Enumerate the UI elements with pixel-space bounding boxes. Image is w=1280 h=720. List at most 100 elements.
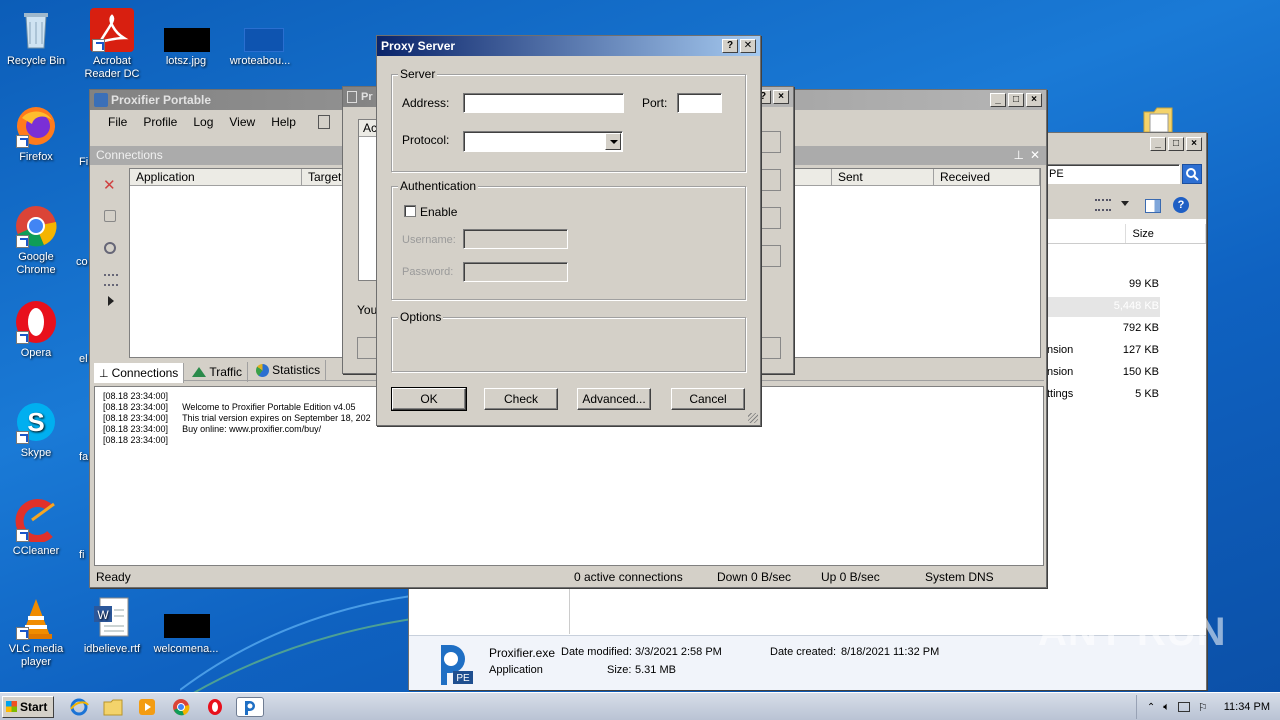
- close-connection-icon[interactable]: ✕: [103, 176, 116, 194]
- server-group: Server: [391, 67, 746, 172]
- side-button[interactable]: [759, 169, 781, 191]
- search-icon[interactable]: [1182, 164, 1202, 184]
- desktop-icon-wroteabou[interactable]: wroteabou...: [224, 8, 296, 68]
- file-row[interactable]: nsion 127 KB: [1047, 344, 1159, 356]
- menu-view[interactable]: View: [221, 115, 263, 129]
- port-input[interactable]: [677, 93, 722, 113]
- stop-icon[interactable]: [104, 210, 116, 222]
- chrome-icon: [14, 204, 58, 248]
- preview-pane-icon[interactable]: [1145, 199, 1161, 213]
- status-dns: System DNS: [925, 570, 994, 584]
- skype-icon: S: [14, 400, 58, 444]
- desktop-icon-skype[interactable]: S Skype: [0, 400, 72, 460]
- desktop-icon-lotsz[interactable]: lotsz.jpg: [150, 8, 222, 68]
- close-button[interactable]: ×: [773, 90, 789, 104]
- username-label: Username:: [402, 234, 456, 246]
- close-button[interactable]: ×: [1026, 93, 1042, 107]
- menu-profile[interactable]: Profile: [135, 115, 185, 129]
- advanced-button[interactable]: Advanced...: [577, 388, 651, 410]
- search-input[interactable]: PE: [1045, 164, 1180, 184]
- password-input[interactable]: [463, 262, 568, 282]
- proxifier-taskbar-icon[interactable]: [236, 697, 264, 717]
- panel-close-icon[interactable]: ✕: [1030, 146, 1040, 165]
- cancel-button[interactable]: Cancel: [671, 388, 745, 410]
- username-input[interactable]: [463, 229, 568, 249]
- minimize-button[interactable]: _: [1150, 137, 1166, 151]
- chevron-down-icon[interactable]: [605, 133, 621, 150]
- protocol-select[interactable]: [463, 131, 623, 152]
- desktop-icon-recycle-bin[interactable]: Recycle Bin: [0, 8, 72, 68]
- chrome-icon[interactable]: [170, 697, 192, 717]
- pin-icon[interactable]: ⊥: [1014, 146, 1024, 165]
- help-button[interactable]: ?: [722, 39, 738, 53]
- column-header-application[interactable]: Application: [130, 169, 302, 185]
- options-group: Options: [391, 310, 746, 372]
- tab-traffic[interactable]: Traffic: [187, 361, 249, 382]
- vlc-icon: [14, 596, 58, 640]
- enable-label[interactable]: Enable: [420, 205, 457, 219]
- resize-grip[interactable]: [748, 413, 758, 423]
- action-center-flag-icon[interactable]: ⚐: [1198, 701, 1208, 714]
- proxy-server-dialog[interactable]: Proxy Server ? ✕ Server Address: Port: P…: [376, 35, 761, 426]
- side-button[interactable]: [759, 207, 781, 229]
- desktop-icon-label: Acrobat Reader DC: [84, 55, 140, 80]
- desktop-icon-chrome[interactable]: Google Chrome: [0, 204, 72, 277]
- chevron-down-icon[interactable]: [1121, 201, 1129, 206]
- check-button[interactable]: Check: [484, 388, 558, 410]
- maximize-button[interactable]: □: [1008, 93, 1024, 107]
- nav-pane-divider: [569, 588, 570, 634]
- desktop-icon-firefox[interactable]: Firefox: [0, 104, 72, 164]
- show-hidden-icons[interactable]: ⌃: [1147, 702, 1155, 713]
- ok-button[interactable]: OK: [391, 387, 467, 411]
- clock[interactable]: 11:34 PM: [1224, 701, 1270, 713]
- proxy-server-titlebar[interactable]: Proxy Server ? ✕: [377, 36, 760, 56]
- desktop-icon-acrobat[interactable]: Acrobat Reader DC: [76, 8, 148, 81]
- tab-connections[interactable]: ⊥ Connections: [94, 363, 185, 383]
- log-message: Buy online: www.proxifier.com/buy/: [182, 424, 322, 434]
- minimize-button[interactable]: _: [990, 93, 1006, 107]
- side-button[interactable]: [759, 337, 781, 359]
- column-header-received[interactable]: Received: [934, 169, 1040, 185]
- status-bar: Ready 0 active connections Down 0 B/sec …: [90, 567, 1046, 587]
- volume-icon[interactable]: 🔈︎: [1163, 701, 1170, 714]
- desktop-partial-label: Fi: [79, 156, 89, 168]
- window-title: Proxifier Portable: [111, 93, 212, 107]
- file-row[interactable]: nsion 150 KB: [1047, 366, 1159, 378]
- log-timestamp: [08.18 23:34:00]: [103, 435, 169, 445]
- column-header-sent[interactable]: Sent: [832, 169, 934, 185]
- side-button[interactable]: [759, 131, 781, 153]
- desktop-icon-ccleaner[interactable]: CCleaner: [0, 498, 72, 558]
- enable-checkbox[interactable]: [404, 205, 416, 217]
- side-button[interactable]: [759, 245, 781, 267]
- network-icon[interactable]: [1177, 702, 1190, 712]
- file-explorer-icon[interactable]: [102, 697, 124, 717]
- log-timestamp: [08.18 23:34:00]: [103, 424, 169, 434]
- maximize-button[interactable]: □: [1168, 137, 1184, 151]
- start-button[interactable]: Start: [2, 696, 54, 718]
- windows-logo-icon: [6, 701, 17, 712]
- desktop-icon-opera[interactable]: Opera: [0, 300, 72, 360]
- toolbar-icon[interactable]: [317, 115, 330, 129]
- internet-explorer-icon[interactable]: [68, 697, 90, 717]
- dialog-title: Proxy Server: [381, 39, 456, 53]
- view-options-icon[interactable]: [1095, 199, 1111, 211]
- svg-text:W: W: [97, 608, 109, 622]
- opera-icon[interactable]: [204, 697, 226, 717]
- address-input[interactable]: [463, 93, 624, 113]
- menu-help[interactable]: Help: [263, 115, 304, 129]
- media-player-icon[interactable]: [136, 697, 158, 717]
- find-icon[interactable]: [104, 242, 116, 254]
- menu-file[interactable]: File: [100, 115, 135, 129]
- list-icon[interactable]: [104, 274, 118, 286]
- column-header-size[interactable]: Size: [1126, 224, 1206, 243]
- menu-log[interactable]: Log: [185, 115, 221, 129]
- log-timestamp: [08.18 23:34:00]: [103, 402, 169, 412]
- close-button[interactable]: ✕: [740, 39, 756, 53]
- close-button[interactable]: ×: [1186, 137, 1202, 151]
- play-icon[interactable]: [108, 296, 114, 306]
- file-row[interactable]: ttings 5 KB: [1047, 388, 1159, 400]
- desktop-icon-vlc[interactable]: VLC media player: [0, 596, 72, 669]
- desktop-icon-idbelieve[interactable]: W idbelieve.rtf: [76, 596, 148, 656]
- tab-statistics[interactable]: Statistics: [251, 360, 327, 380]
- help-icon[interactable]: ?: [1173, 197, 1189, 213]
